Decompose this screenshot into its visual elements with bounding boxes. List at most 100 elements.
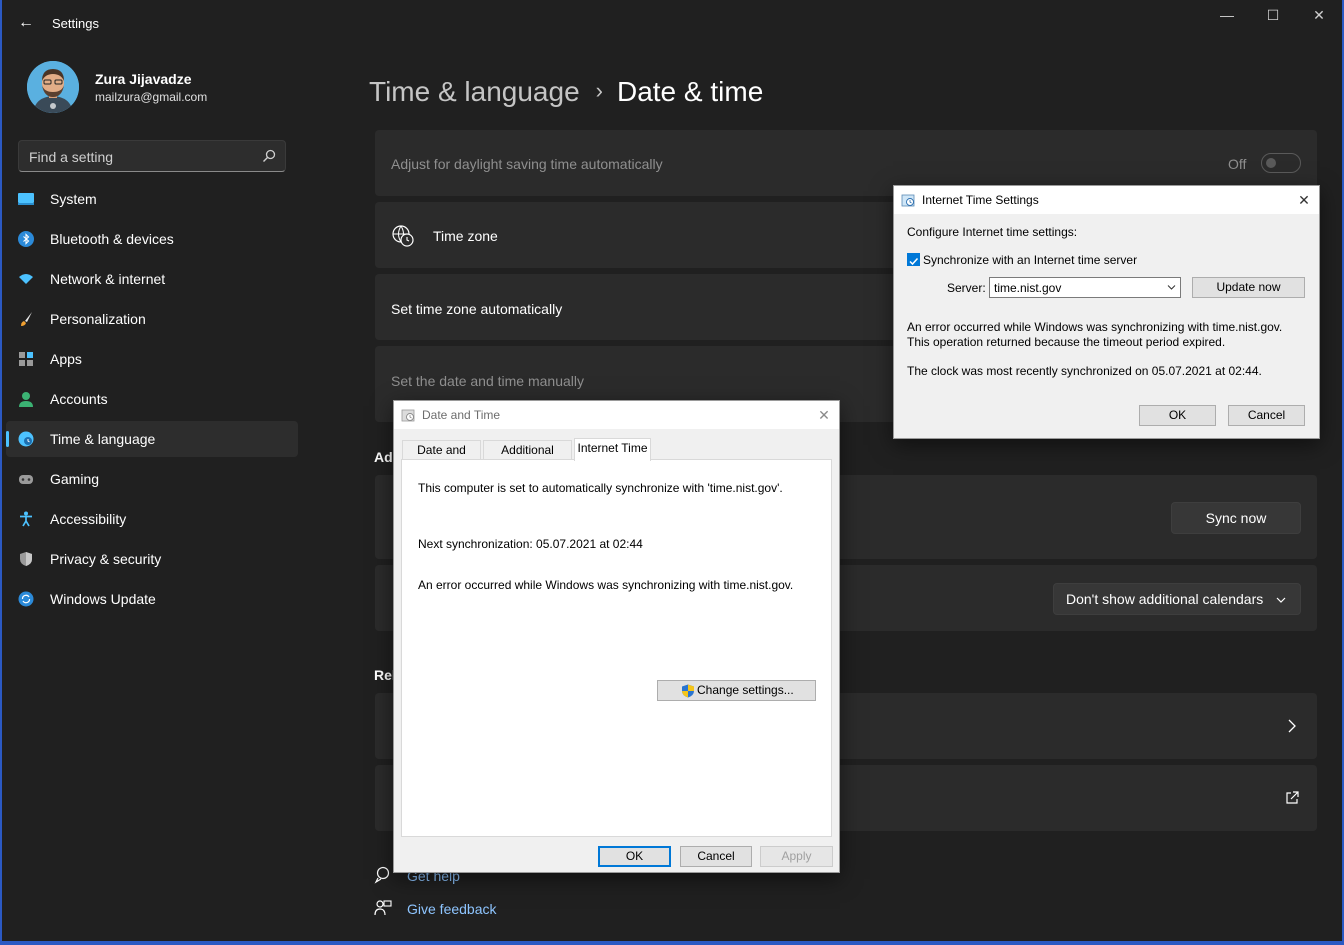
- dialog-title: Date and Time: [422, 408, 501, 422]
- person-icon: [19, 392, 33, 407]
- change-settings-button[interactable]: Change settings...: [657, 680, 816, 701]
- breadcrumb-parent[interactable]: Time & language: [369, 76, 580, 107]
- close-icon[interactable]: ✕: [809, 401, 839, 429]
- last-sync-text: The clock was most recently synchronized…: [907, 364, 1262, 378]
- app-title: Settings: [52, 16, 99, 31]
- dialog-title-bar: Internet Time Settings ✕: [894, 186, 1319, 214]
- search-box[interactable]: [18, 140, 286, 172]
- wifi-icon: [19, 274, 33, 284]
- chevron-down-icon: [1276, 597, 1286, 603]
- daylight-saving-label: Adjust for daylight saving time automati…: [391, 156, 663, 172]
- calendar-dropdown-value: Don't show additional calendars: [1066, 591, 1264, 607]
- server-value[interactable]: time.nist.gov: [994, 281, 1061, 295]
- breadcrumb: Time & language › Date & time: [369, 76, 763, 116]
- internet-time-settings-dialog: Internet Time Settings ✕ Configure Inter…: [893, 185, 1320, 439]
- sidebar-item-label: Bluetooth & devices: [50, 231, 174, 247]
- user-email: mailzura@gmail.com: [95, 90, 208, 104]
- sidebar-item-accessibility[interactable]: Accessibility: [6, 501, 298, 537]
- maximize-icon[interactable]: ☐: [1250, 4, 1296, 28]
- ok-button[interactable]: OK: [1139, 405, 1216, 426]
- sync-now-button[interactable]: Sync now: [1171, 502, 1301, 534]
- sidebar-item-label: Personalization: [50, 311, 146, 327]
- sidebar-item-label: Privacy & security: [50, 551, 162, 567]
- calendar-dropdown[interactable]: Don't show additional calendars: [1053, 583, 1301, 615]
- sidebar-item-windows-update[interactable]: Windows Update: [6, 581, 298, 617]
- tab-internet-time[interactable]: Internet Time: [574, 438, 651, 461]
- ok-button[interactable]: OK: [598, 846, 671, 867]
- sidebar-item-label: System: [50, 191, 97, 207]
- checkmark-icon: [909, 257, 919, 266]
- update-icon: [18, 591, 34, 607]
- chevron-down-icon[interactable]: [1167, 284, 1176, 291]
- user-name: Zura Jijavadze: [95, 71, 192, 87]
- error-line-2: This operation returned because the time…: [907, 335, 1226, 349]
- monitor-icon: [18, 193, 34, 205]
- next-sync-text: Next synchronization: 05.07.2021 at 02:4…: [418, 537, 643, 551]
- cancel-button[interactable]: Cancel: [1228, 405, 1305, 426]
- time-zone-label: Time zone: [433, 228, 498, 244]
- sidebar-item-label: Windows Update: [50, 591, 156, 607]
- dialog-title-bar: Date and Time ✕: [394, 401, 839, 429]
- sidebar-item-gaming[interactable]: Gaming: [6, 461, 298, 497]
- sync-error-text: An error occurred while Windows was sync…: [418, 578, 794, 592]
- external-link-icon: [1286, 791, 1299, 804]
- tab-date-and-time[interactable]: Date and Time: [402, 440, 481, 475]
- error-line-1: An error occurred while Windows was sync…: [907, 320, 1283, 334]
- sync-status-text: This computer is set to automatically sy…: [418, 481, 783, 495]
- sidebar-item-apps[interactable]: Apps: [6, 341, 298, 377]
- back-arrow-icon[interactable]: ←: [14, 12, 38, 34]
- sidebar-item-personalization[interactable]: Personalization: [6, 301, 298, 337]
- apply-button: Apply: [760, 846, 833, 867]
- chevron-right-icon: ›: [595, 78, 603, 103]
- set-manually-label: Set the date and time manually: [391, 373, 585, 389]
- sidebar-nav: System Bluetooth & devices Network & int…: [6, 181, 298, 621]
- sidebar-item-time-language[interactable]: Time & language: [6, 421, 298, 457]
- gamepad-icon: [19, 475, 33, 484]
- sidebar-item-accounts[interactable]: Accounts: [6, 381, 298, 417]
- bluetooth-icon: [18, 231, 34, 247]
- change-settings-label: Change settings...: [697, 683, 794, 697]
- set-time-zone-auto-label: Set time zone automatically: [391, 301, 563, 317]
- apps-icon: [19, 352, 33, 366]
- server-combobox[interactable]: time.nist.gov: [989, 277, 1181, 298]
- give-feedback-link[interactable]: Give feedback: [407, 901, 497, 917]
- search-input[interactable]: [29, 147, 249, 167]
- daylight-saving-toggle[interactable]: [1261, 153, 1301, 173]
- page-title: Date & time: [616, 76, 764, 107]
- daylight-saving-state: Off: [1228, 156, 1247, 172]
- minimize-icon[interactable]: —: [1204, 4, 1250, 28]
- configure-heading: Configure Internet time settings:: [907, 225, 1078, 239]
- search-icon[interactable]: [262, 149, 276, 163]
- title-bar: ← Settings — ☐ ✕: [0, 0, 1344, 46]
- tab-additional-clocks[interactable]: Additional Clocks: [483, 440, 572, 475]
- sync-checkbox[interactable]: [907, 253, 920, 266]
- chevron-right-icon: [1288, 719, 1296, 733]
- brush-icon: [21, 312, 32, 326]
- sync-checkbox-label[interactable]: Synchronize with an Internet time server: [923, 253, 1137, 267]
- avatar[interactable]: [27, 61, 79, 113]
- sidebar-item-label: Time & language: [50, 431, 156, 447]
- update-now-button[interactable]: Update now: [1192, 277, 1305, 298]
- globe-clock-icon: [392, 225, 414, 247]
- globe-clock-icon: [18, 431, 34, 447]
- help-icon: [374, 866, 390, 884]
- sidebar-item-label: Gaming: [50, 471, 100, 487]
- sidebar-item-label: Accounts: [50, 391, 108, 407]
- date-time-icon: [901, 194, 915, 207]
- dialog-title: Internet Time Settings: [922, 193, 1039, 207]
- date-and-time-dialog: Date and Time ✕ Date and Time Additional…: [393, 400, 840, 873]
- close-icon[interactable]: ✕: [1289, 186, 1319, 214]
- internet-time-panel: This computer is set to automatically sy…: [401, 459, 832, 837]
- sidebar-item-system[interactable]: System: [6, 181, 298, 217]
- feedback-icon: [374, 900, 392, 916]
- sidebar-item-label: Apps: [50, 351, 82, 367]
- date-time-icon: [401, 409, 415, 422]
- sidebar-item-label: Accessibility: [50, 511, 127, 527]
- close-icon[interactable]: ✕: [1296, 4, 1342, 28]
- sidebar-item-network[interactable]: Network & internet: [6, 261, 298, 297]
- shield-icon: [20, 552, 32, 566]
- uac-shield-icon: [682, 684, 694, 698]
- sidebar-item-bluetooth[interactable]: Bluetooth & devices: [6, 221, 298, 257]
- sidebar-item-privacy[interactable]: Privacy & security: [6, 541, 298, 577]
- cancel-button[interactable]: Cancel: [680, 846, 752, 867]
